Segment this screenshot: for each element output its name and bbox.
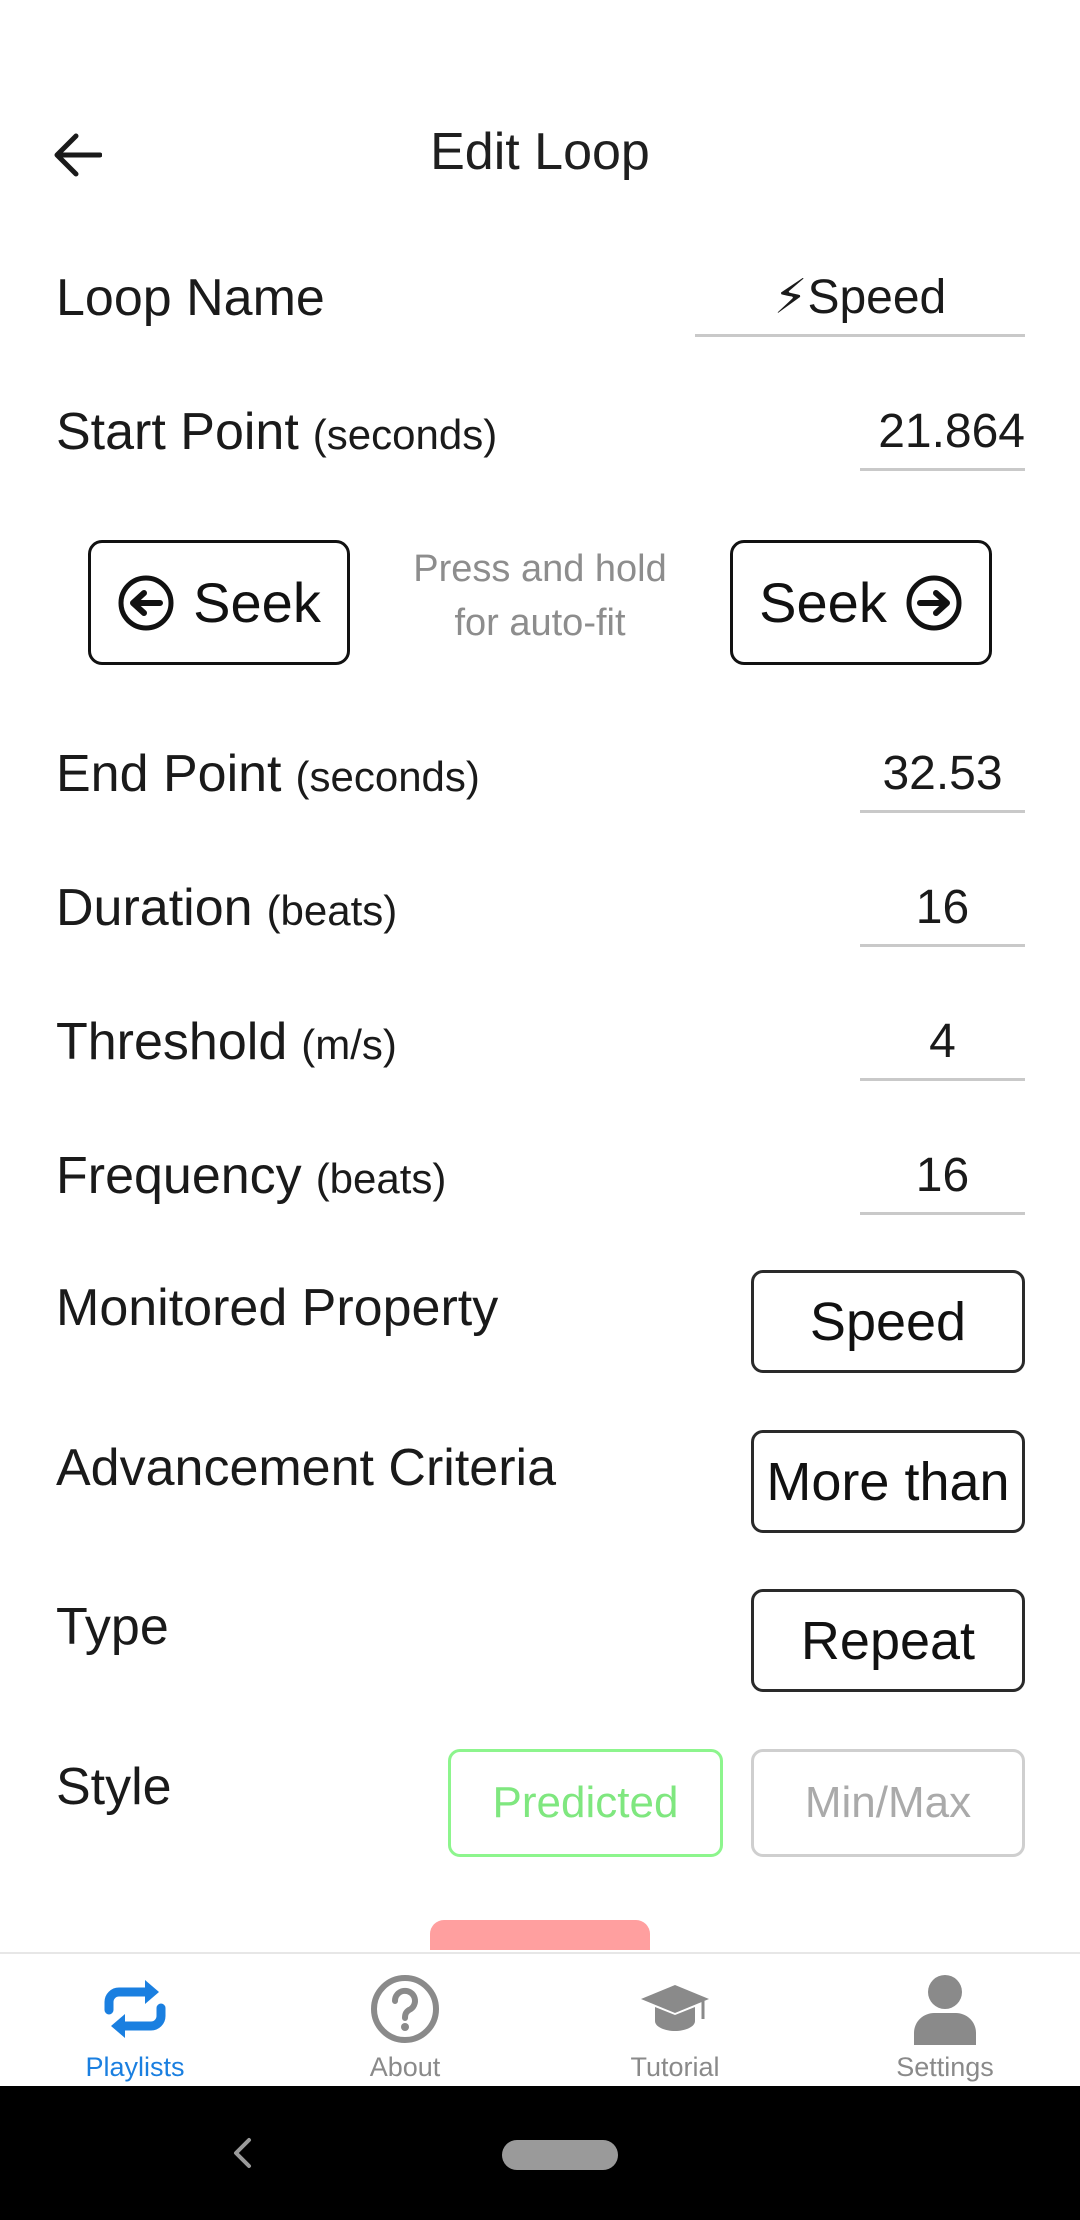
seek-hint-line1: Press and hold xyxy=(413,548,667,590)
question-circle-icon xyxy=(370,1970,440,2048)
seek-forward-label: Seek xyxy=(759,571,887,634)
style-minmax-button[interactable]: Min/Max xyxy=(751,1749,1025,1857)
advancement-criteria-button[interactable]: More than xyxy=(751,1430,1025,1533)
arrow-circle-left-icon xyxy=(118,575,174,630)
start-point-title: Start Point xyxy=(56,403,299,461)
seek-forward-button[interactable]: Seek xyxy=(730,540,992,665)
page-title: Edit Loop xyxy=(430,123,650,181)
frequency-title: Frequency xyxy=(56,1147,302,1205)
delete-button-peek[interactable] xyxy=(430,1920,650,1950)
system-home-pill[interactable] xyxy=(502,2140,618,2170)
type-label: Type xyxy=(56,1598,169,1656)
frequency-input[interactable] xyxy=(860,1144,1025,1215)
duration-title: Duration xyxy=(56,879,253,937)
nav-label-tutorial: Tutorial xyxy=(630,2052,720,2082)
threshold-input[interactable] xyxy=(860,1010,1025,1081)
seek-hint-line2: for auto-fit xyxy=(454,602,626,644)
chevron-left-icon xyxy=(234,2138,251,2168)
frequency-label: Frequency (beats) xyxy=(56,1146,446,1206)
start-point-input[interactable] xyxy=(860,400,1025,471)
start-point-unit: (seconds) xyxy=(312,411,498,458)
user-icon xyxy=(912,1970,978,2048)
seek-hint: Press and hold for auto-fit xyxy=(380,542,700,650)
advancement-criteria-label: Advancement Criteria xyxy=(56,1439,556,1497)
end-point-input[interactable] xyxy=(860,742,1025,813)
style-predicted-button[interactable]: Predicted xyxy=(448,1749,723,1857)
duration-label: Duration (beats) xyxy=(56,878,397,938)
nav-item-settings[interactable]: Settings xyxy=(810,1954,1080,2088)
loop-name-input[interactable] xyxy=(695,266,1025,337)
monitored-property-label: Monitored Property xyxy=(56,1279,499,1337)
monitored-property-button[interactable]: Speed xyxy=(751,1270,1025,1373)
end-point-unit: (seconds) xyxy=(295,753,480,800)
graduation-cap-icon xyxy=(639,1970,711,2048)
seek-back-button[interactable]: Seek xyxy=(88,540,350,665)
threshold-unit: (m/s) xyxy=(301,1021,397,1068)
nav-item-about[interactable]: About xyxy=(270,1954,540,2088)
nav-label-playlists: Playlists xyxy=(85,2052,185,2082)
start-point-label: Start Point (seconds) xyxy=(56,402,497,462)
nav-label-settings: Settings xyxy=(896,2052,994,2082)
repeat-icon xyxy=(99,1970,171,2048)
threshold-title: Threshold xyxy=(56,1013,288,1071)
end-point-title: End Point xyxy=(56,745,282,803)
nav-item-playlists[interactable]: Playlists xyxy=(0,1954,270,2088)
nav-label-about: About xyxy=(369,2052,441,2082)
loop-name-label: Loop Name xyxy=(56,269,325,327)
arrow-circle-right-icon xyxy=(906,575,962,630)
end-point-label: End Point (seconds) xyxy=(56,744,480,804)
type-button[interactable]: Repeat xyxy=(751,1589,1025,1692)
frequency-unit: (beats) xyxy=(315,1155,447,1202)
bottom-nav: Playlists About Tutorial Settings xyxy=(0,1952,1080,2088)
style-label: Style xyxy=(56,1758,172,1816)
seek-back-label: Seek xyxy=(193,571,321,634)
threshold-label: Threshold (m/s) xyxy=(56,1012,397,1072)
duration-unit: (beats) xyxy=(266,887,398,934)
nav-item-tutorial[interactable]: Tutorial xyxy=(540,1954,810,2088)
duration-input[interactable] xyxy=(860,876,1025,947)
system-back-button[interactable] xyxy=(222,2130,262,2176)
